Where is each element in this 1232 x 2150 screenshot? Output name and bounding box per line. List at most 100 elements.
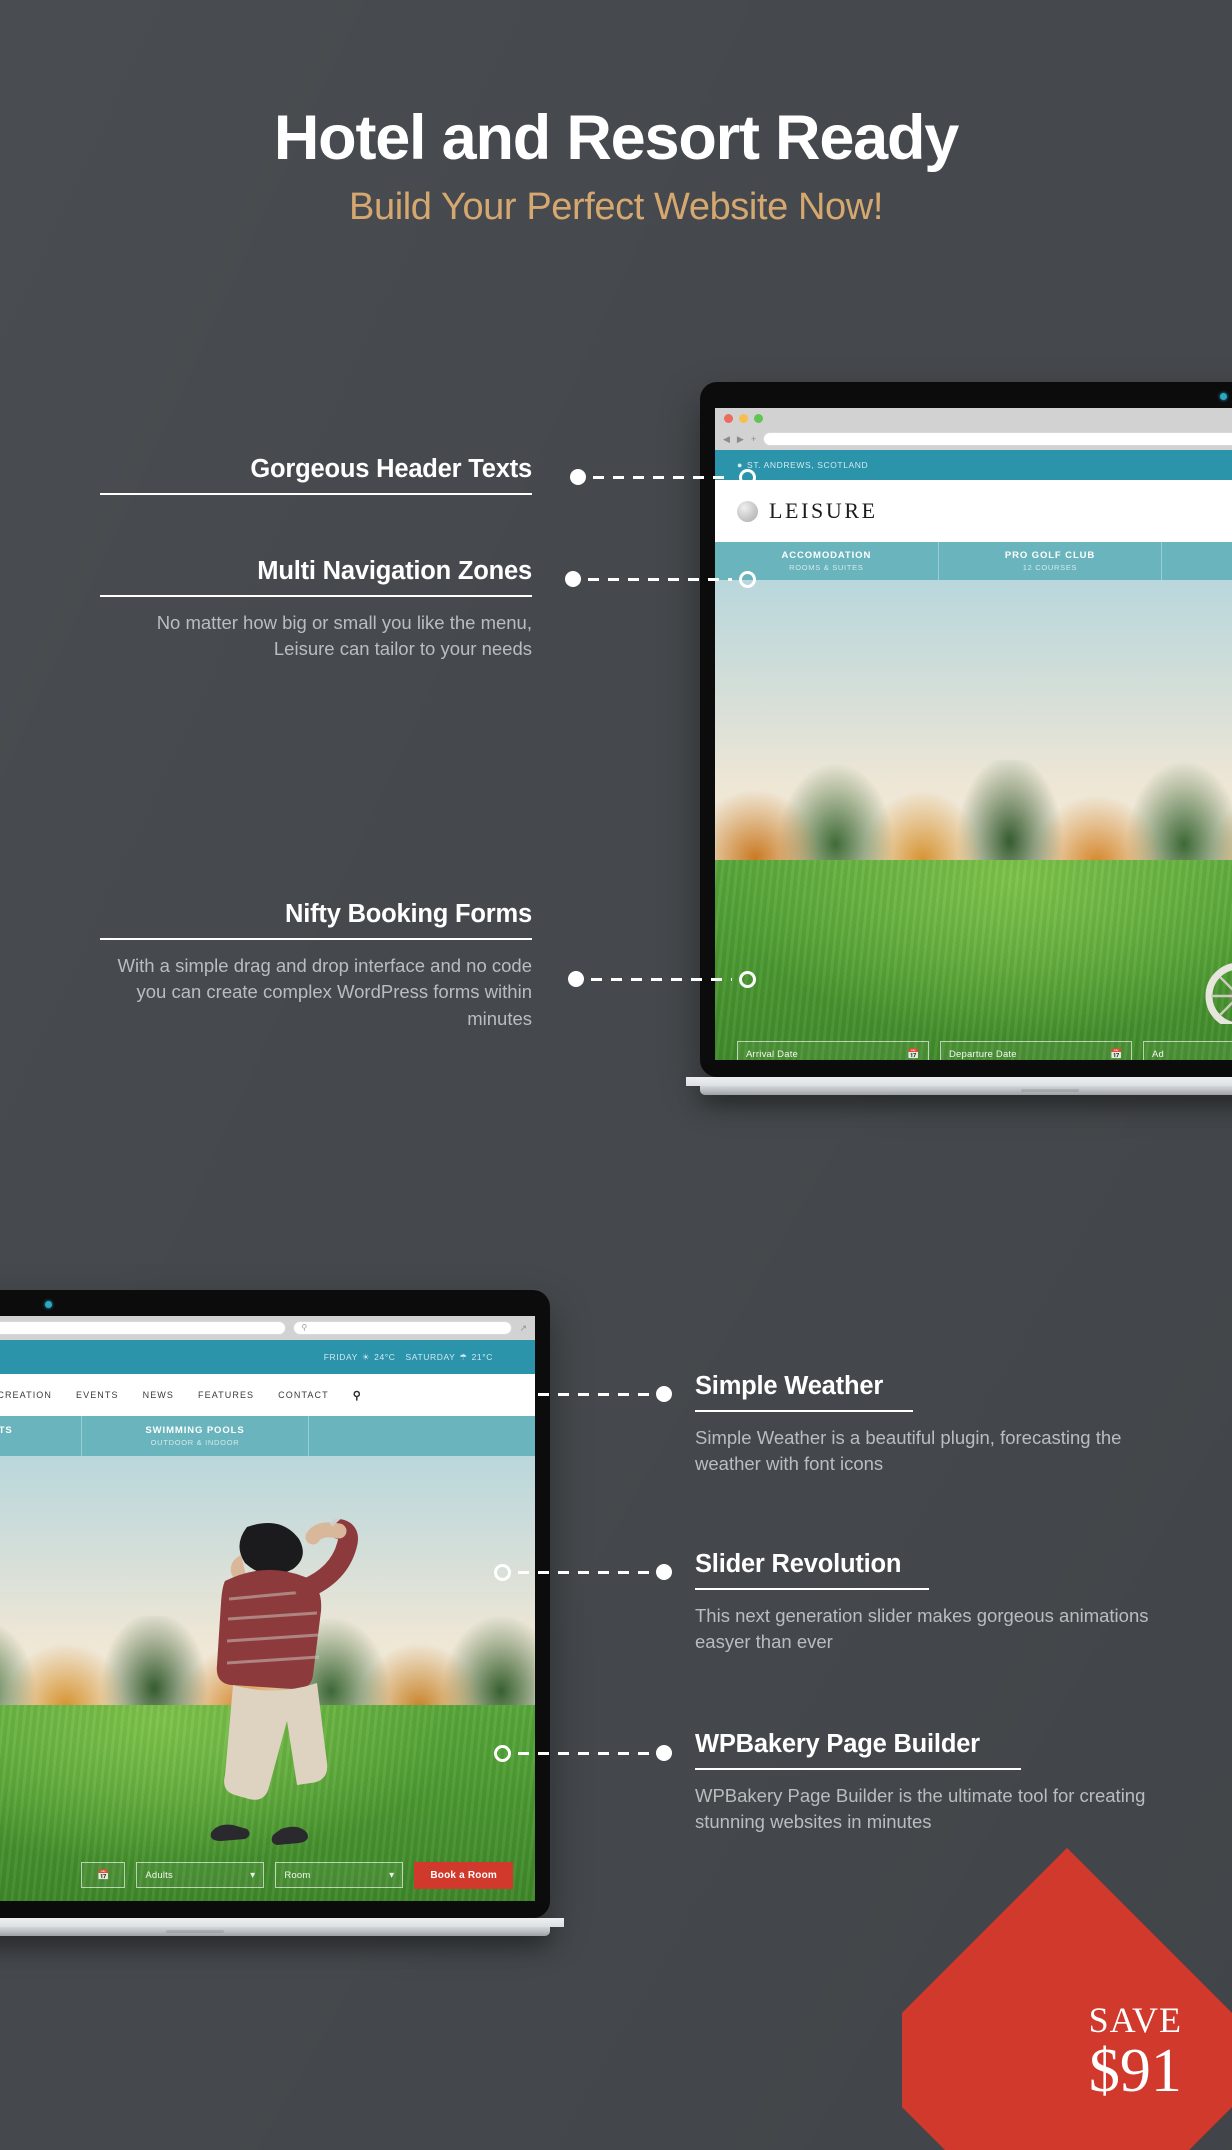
weather-friday: FRIDAY ☀ 24°C (324, 1352, 396, 1363)
poster-stage: Hotel and Resort Ready Build Your Perfec… (0, 0, 1232, 2150)
book-a-room-button[interactable]: Book a Room (414, 1861, 513, 1889)
site-topbar-bottom: FRIDAY ☀ 24°C SATURDAY ☂ 21°C (0, 1340, 535, 1374)
connector-dot (568, 971, 584, 987)
search-input[interactable]: ⚲ (293, 1321, 513, 1335)
laptop-top-camera-icon (1220, 393, 1227, 400)
feature-title: WPBakery Page Builder (695, 1730, 980, 1758)
nav-item-recreation[interactable]: RECREATION (0, 1390, 52, 1400)
zone-title: SWIMMING POOLS (145, 1425, 245, 1436)
nav-item-news[interactable]: NEWS (143, 1390, 174, 1400)
search-icon: ⚲ (301, 1323, 308, 1332)
site-brand-top[interactable]: LEISURE (737, 498, 878, 524)
hero-photo-bottom: 📅 Adults ▾ Room ▾ Book a Room (0, 1456, 535, 1901)
search-icon[interactable]: ⚲ (353, 1389, 361, 1402)
back-icon[interactable]: ◀ (723, 434, 730, 444)
browser-toolbar: ◀ ▶ + (715, 428, 1232, 450)
cloud-rain-icon: ☂ (459, 1351, 468, 1362)
feature-slider-revolution: Slider Revolution This next generation s… (695, 1550, 1183, 1656)
feature-gorgeous-header-texts: Gorgeous Header Texts (100, 455, 532, 495)
nav-item-events[interactable]: EVENTS (76, 1390, 119, 1400)
nav-item-contact[interactable]: CONTACT (278, 1390, 329, 1400)
calendar-icon: 📅 (907, 1048, 920, 1060)
browser-toolbar: ⚲ ↗ (0, 1316, 535, 1340)
calendar-icon: 📅 (97, 1869, 110, 1881)
minimize-window-button[interactable] (739, 413, 748, 423)
departure-date-label: Departure Date (949, 1048, 1017, 1060)
adults-label: Adults (145, 1869, 173, 1881)
zone-third[interactable] (1161, 542, 1232, 580)
site-location: ● ST. ANDREWS, SCOTLAND (737, 460, 868, 470)
page-subtitle: Build Your Perfect Website Now! (349, 186, 883, 229)
arrival-date-field[interactable]: Arrival Date 📅 (737, 1041, 929, 1060)
maximize-window-button[interactable] (754, 413, 763, 423)
connector-dot (570, 469, 586, 485)
connector-slider-revolution (494, 1563, 672, 1581)
sun-icon: ☀ (361, 1351, 371, 1362)
room-label: Room (284, 1869, 311, 1881)
chevron-down-icon: ▾ (250, 1869, 256, 1881)
chevron-down-icon: ▾ (389, 1869, 395, 1881)
connector-dash (593, 475, 732, 479)
save-badge-text: SAVE $91 (1089, 2002, 1182, 2102)
date-field-bottom[interactable]: 📅 (81, 1862, 126, 1888)
hero-section: Hotel and Resort Ready Build Your Perfec… (0, 0, 1232, 230)
zone-pro-golf-club[interactable]: PRO GOLF CLUB 12 COURSES (937, 542, 1162, 580)
connector-ring (494, 1385, 511, 1403)
feature-title: Simple Weather (695, 1372, 884, 1400)
connector-dash (518, 1392, 649, 1396)
feature-underline (695, 1768, 1021, 1770)
zone-swimming-pools[interactable]: SWIMMING POOLS OUTDOOR & INDOOR (81, 1416, 308, 1456)
connector-ring (494, 1744, 511, 1762)
adults-select-bottom[interactable]: Adults ▾ (136, 1862, 265, 1888)
connector-multi-navigation-zones (565, 570, 756, 588)
laptop-bottom: ⚲ ↗ FRIDAY ☀ 24°C SATURDAY ☂ 21°C CREATI… (0, 1290, 564, 1936)
connector-dot (565, 571, 581, 587)
nav-item-features[interactable]: FEATURES (198, 1390, 254, 1400)
feature-title: Slider Revolution (695, 1550, 902, 1578)
golf-bag-icon (0, 1551, 37, 1851)
booking-bar-top: Arrival Date 📅 Departure Date 📅 Ad (715, 1028, 1232, 1060)
adults-select-field[interactable]: Ad (1143, 1041, 1232, 1060)
save-badge-shape (902, 1847, 1232, 2150)
connector-ring (739, 570, 756, 588)
laptop-top-base (686, 1077, 1232, 1095)
laptop-bottom-base (0, 1918, 564, 1936)
leisure-logo-icon (737, 500, 758, 522)
zone-title: TENNIS COURTS (0, 1425, 13, 1436)
address-bar[interactable] (763, 432, 1232, 446)
save-amount: $91 (1088, 2037, 1182, 2105)
calendar-icon: 📅 (1110, 1048, 1123, 1060)
feature-description: With a simple drag and drop interface an… (117, 955, 532, 1029)
connector-ring (739, 468, 756, 486)
arrival-date-label: Arrival Date (746, 1048, 799, 1060)
feature-description: This next generation slider makes gorgeo… (695, 1605, 1149, 1653)
site-topbar-top: ● ST. ANDREWS, SCOTLAND (715, 450, 1232, 480)
connector-dash (591, 977, 732, 981)
zone-tennis-courts[interactable]: TENNIS COURTS ALL SEASONS (0, 1416, 81, 1456)
forward-icon[interactable]: ▶ (737, 434, 744, 444)
zone-title: PRO GOLF CLUB (1004, 550, 1096, 561)
feature-underline (695, 1410, 913, 1412)
site-zonenav-bottom: TENNIS COURTS ALL SEASONS SWIMMING POOLS… (0, 1416, 535, 1456)
laptop-top-browser-chrome: ◀ ▶ + (715, 408, 1232, 450)
feature-title: Multi Navigation Zones (257, 557, 532, 585)
weather-saturday: SATURDAY ☂ 21°C (406, 1352, 493, 1363)
departure-date-field[interactable]: Departure Date 📅 (940, 1041, 1132, 1060)
zone-third-bottom[interactable] (308, 1416, 535, 1456)
site-header-bottom: 🏠 RESORT RECREATION EVENTS NEWS FEATURES… (0, 1374, 535, 1416)
close-window-button[interactable] (724, 413, 733, 423)
feature-multi-navigation-zones: Multi Navigation Zones No matter how big… (100, 557, 532, 663)
hero-photo-top: Arrival Date 📅 Departure Date 📅 Ad (715, 580, 1232, 1060)
feature-title: Gorgeous Header Texts (250, 455, 532, 483)
laptop-top: ◀ ▶ + ● ST. ANDREWS, SCOTLAND LEISURE AC… (686, 382, 1232, 1095)
new-tab-icon[interactable]: + (751, 434, 756, 444)
laptop-top-screen: ◀ ▶ + ● ST. ANDREWS, SCOTLAND LEISURE AC… (715, 408, 1232, 1060)
weather-temp: 24°C (374, 1352, 396, 1362)
connector-wpbakery-page-builder (494, 1744, 672, 1762)
room-select-bottom[interactable]: Room ▾ (275, 1862, 404, 1888)
fullscreen-icon[interactable]: ↗ (519, 1323, 527, 1334)
laptop-bottom-lid: ⚲ ↗ FRIDAY ☀ 24°C SATURDAY ☂ 21°C CREATI… (0, 1290, 550, 1918)
zone-subtitle: 12 COURSES (1022, 563, 1078, 572)
address-bar[interactable] (0, 1321, 287, 1335)
save-badge: SAVE $91 (902, 1820, 1232, 2150)
